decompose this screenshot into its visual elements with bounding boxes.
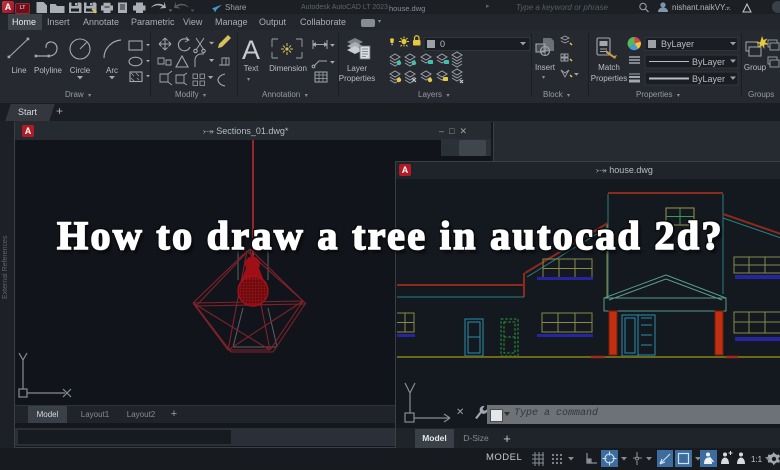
svg-text:0: 0 [440,39,445,49]
svg-text:ByLayer: ByLayer [692,57,725,67]
svg-text:ByLayer: ByLayer [661,39,694,49]
svg-text:1:1: 1:1 [751,455,763,464]
svg-text:A: A [242,35,260,65]
svg-text:ByLayer: ByLayer [692,74,725,84]
